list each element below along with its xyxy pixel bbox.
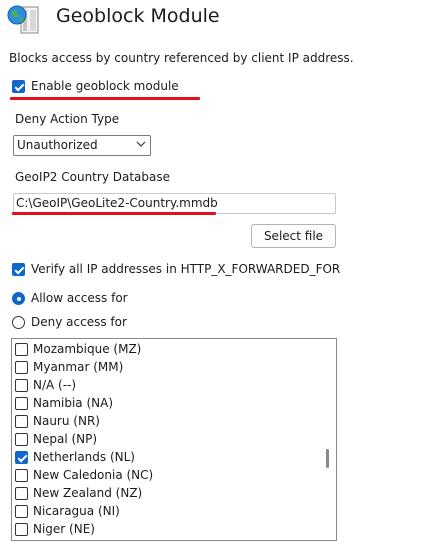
deny-action-type-label: Deny Action Type [15,112,120,126]
country-checkbox[interactable] [15,487,28,500]
globe-document-icon [7,5,39,34]
verify-forwarded-checkbox[interactable] [12,263,25,276]
country-list-item[interactable]: Nicaragua (NI) [12,503,322,521]
country-checkbox[interactable] [15,397,28,410]
country-checkbox[interactable] [15,523,28,536]
country-list[interactable]: Mozambique (MZ) Myanmar (MM) N/A (--) Na… [11,338,337,541]
country-list-item[interactable]: Myanmar (MM) [12,359,322,377]
country-checkbox[interactable] [15,469,28,482]
country-label: Netherlands (NL) [33,450,135,464]
list-scrollbar-thumb[interactable] [326,449,329,468]
geoip-database-path-value: C:\GeoIP\GeoLite2-Country.mmdb [16,196,218,210]
geoip-database-label: GeoIP2 Country Database [15,170,170,184]
country-checkbox[interactable] [15,433,28,446]
country-checkbox[interactable] [15,343,28,356]
country-checkbox[interactable] [15,379,28,392]
deny-access-radio[interactable] [12,316,25,329]
enable-module-label: Enable geoblock module [31,79,179,93]
chevron-down-icon [136,141,146,147]
geoblock-module-panel: Geoblock Module Blocks access by country… [0,0,438,550]
module-description: Blocks access by country referenced by c… [9,51,354,65]
allow-access-label: Allow access for [31,291,128,305]
country-list-item[interactable]: Mozambique (MZ) [12,341,322,359]
country-list-item[interactable]: Namibia (NA) [12,395,322,413]
country-label: New Caledonia (NC) [33,468,154,482]
country-label: New Zealand (NZ) [33,486,143,500]
country-list-item[interactable]: Netherlands (NL) [12,449,322,467]
country-checkbox[interactable] [15,451,28,464]
country-label: Namibia (NA) [33,396,114,410]
country-checkbox[interactable] [15,505,28,518]
country-checkbox[interactable] [15,415,28,428]
select-file-button[interactable]: Select file [251,224,336,248]
country-label: Nauru (NR) [33,414,100,428]
country-checkbox[interactable] [15,361,28,374]
deny-action-type-value: Unauthorized [17,138,98,152]
country-list-item[interactable]: N/A (--) [12,377,322,395]
country-label: Myanmar (MM) [33,360,124,374]
geoip-database-path-field[interactable]: C:\GeoIP\GeoLite2-Country.mmdb [13,193,336,214]
annotation-underline [12,212,216,215]
country-list-item[interactable]: Nauru (NR) [12,413,322,431]
country-label: Nicaragua (NI) [33,504,120,518]
country-list-item[interactable]: Nepal (NP) [12,431,322,449]
country-label: Nepal (NP) [33,432,98,446]
country-list-item[interactable]: Niger (NE) [12,521,322,539]
allow-access-radio[interactable] [12,292,25,305]
verify-forwarded-label: Verify all IP addresses in HTTP_X_FORWAR… [31,262,341,276]
annotation-underline [10,97,200,100]
country-label: N/A (--) [33,378,77,392]
deny-access-label: Deny access for [31,315,127,329]
country-list-item[interactable]: New Caledonia (NC) [12,467,322,485]
enable-module-checkbox[interactable] [12,80,25,93]
country-label: Niger (NE) [33,522,95,536]
country-label: Mozambique (MZ) [33,342,142,356]
deny-action-type-select[interactable]: Unauthorized [13,135,151,156]
country-list-item[interactable]: New Zealand (NZ) [12,485,322,503]
page-title: Geoblock Module [56,5,220,27]
